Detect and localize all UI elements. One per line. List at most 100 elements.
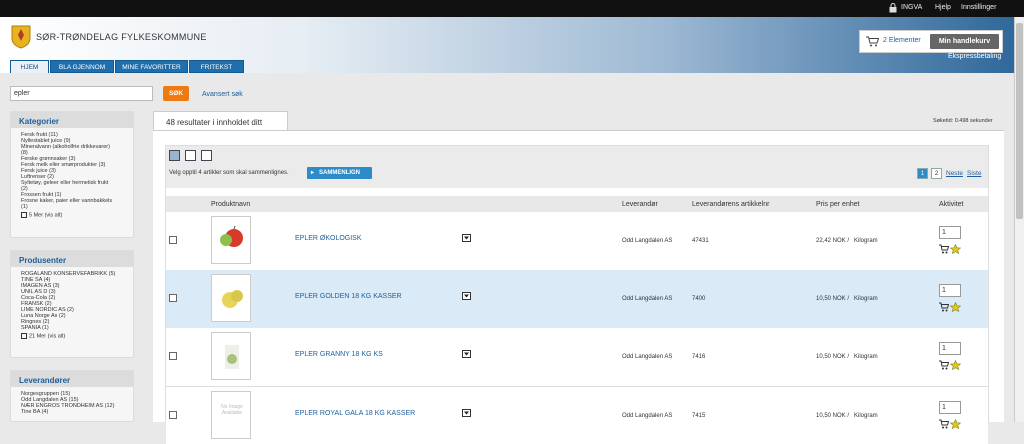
categories-show-more[interactable]: 5 Mer (vis alt) <box>21 212 133 218</box>
page-1[interactable]: 1 <box>917 168 928 179</box>
favorite-star-icon[interactable] <box>950 419 961 429</box>
article-number-cell: 7400 <box>692 296 706 302</box>
supplier-item[interactable]: Tine BA (4) <box>21 409 133 415</box>
user-name[interactable]: INGVA <box>901 4 922 11</box>
org-name: SØR-TRØNDELAG FYLKESKOMMUNE <box>36 32 207 42</box>
product-name-link[interactable]: EPLER ØKOLOGISK <box>295 235 362 242</box>
supplier-cell: Odd Langdalen AS <box>622 296 673 302</box>
last-page-link[interactable]: Siste <box>967 170 981 177</box>
compare-button[interactable]: ▸ SAMMENLIGN <box>307 167 372 179</box>
green-apple-image <box>225 345 239 369</box>
no-image-text: No Image Available <box>221 404 243 416</box>
results-toolbar: Velg opptil 4 artikler som skal sammenli… <box>166 146 988 188</box>
tab-freetext[interactable]: FRITEKST <box>189 60 244 73</box>
price-cell: 10,50 NOK / <box>816 413 850 419</box>
product-image[interactable] <box>211 332 251 380</box>
advanced-search-link[interactable]: Avansert søk <box>202 91 243 98</box>
suppliers-title: Leverandører <box>11 371 133 387</box>
row-actions <box>939 360 963 370</box>
scrollbar-thumb[interactable] <box>1016 23 1023 219</box>
page-2[interactable]: 2 <box>931 168 942 179</box>
county-shield-logo[interactable] <box>11 25 31 49</box>
categories-more-label: 5 Mer (vis alt) <box>29 212 63 219</box>
tab-home[interactable]: HJEM <box>10 60 49 73</box>
my-cart-button[interactable]: Min handlekurv <box>930 34 999 49</box>
producer-item[interactable]: SPANIA (1) <box>21 325 133 331</box>
product-menu-dropdown[interactable] <box>462 350 471 358</box>
article-number-cell: 7415 <box>692 413 706 419</box>
red-apple-image <box>220 225 243 247</box>
row-actions <box>939 302 963 312</box>
product-name-link[interactable]: EPLER GRANNY 18 KG KS <box>295 351 383 358</box>
yellow-apples-image <box>222 290 243 308</box>
product-image[interactable] <box>211 216 251 264</box>
quantity-input[interactable]: 1 <box>939 284 961 297</box>
tab-favorites[interactable]: MINE FAVORITTER <box>115 60 188 73</box>
producers-title: Produsenter <box>11 251 133 267</box>
price-cell: 10,50 NOK / <box>816 296 850 302</box>
unit-cell: Kilogram <box>854 413 878 419</box>
cart-count[interactable]: 2 Elementer <box>883 37 921 44</box>
chevron-down-icon <box>464 411 469 415</box>
list-view-icon[interactable] <box>169 150 180 161</box>
help-link[interactable]: Hjelp <box>935 4 951 11</box>
results-area: Velg opptil 4 artikler som skal sammenli… <box>153 130 1004 444</box>
product-menu-dropdown[interactable] <box>462 409 471 417</box>
product-image[interactable] <box>211 274 251 322</box>
chevron-down-icon <box>464 236 469 240</box>
play-icon: ▸ <box>311 170 315 176</box>
favorite-star-icon[interactable] <box>950 302 961 312</box>
product-image[interactable]: No Image Available <box>211 391 251 439</box>
page-scrollbar[interactable] <box>1014 17 1024 422</box>
search-input[interactable]: epler <box>10 86 153 101</box>
add-to-cart-icon[interactable] <box>939 360 949 370</box>
row-actions <box>939 419 963 429</box>
add-to-cart-icon[interactable] <box>939 302 949 312</box>
compare-button-label: SAMMENLIGN <box>319 170 360 176</box>
top-bar: INGVA Hjelp Innstillinger <box>0 0 1024 17</box>
results-count-tab[interactable]: 48 resultater i innholdet ditt <box>153 111 288 131</box>
grid-view-icon[interactable] <box>201 150 212 161</box>
col-product: Produktnavn <box>211 201 251 208</box>
settings-link[interactable]: Innstillinger <box>961 4 996 11</box>
product-menu-dropdown[interactable] <box>462 292 471 300</box>
cart-icon[interactable] <box>866 36 879 47</box>
supplier-cell: Odd Langdalen AS <box>622 354 673 360</box>
expand-icon <box>21 333 27 339</box>
product-name-link[interactable]: EPLER ROYAL GALA 18 KG KASSER <box>295 410 415 417</box>
lock-icon <box>889 3 897 13</box>
compare-checkbox[interactable] <box>169 236 177 244</box>
compare-checkbox[interactable] <box>169 411 177 419</box>
unit-cell: Kilogram <box>854 354 878 360</box>
chevron-down-icon <box>464 352 469 356</box>
category-item[interactable]: (1) <box>21 204 133 210</box>
product-menu-dropdown[interactable] <box>462 234 471 242</box>
favorite-star-icon[interactable] <box>950 244 961 254</box>
compare-checkbox[interactable] <box>169 352 177 360</box>
compare-checkbox[interactable] <box>169 294 177 302</box>
search-button[interactable]: SØK <box>163 86 189 101</box>
detail-view-icon[interactable] <box>185 150 196 161</box>
col-supplier: Leverandør <box>622 201 658 208</box>
chevron-down-icon <box>464 294 469 298</box>
supplier-cell: Odd Langdalen AS <box>622 238 673 244</box>
next-page-link[interactable]: Neste <box>946 170 963 177</box>
favorite-star-icon[interactable] <box>950 360 961 370</box>
compare-hint: Velg opptil 4 artikler som skal sammenli… <box>169 170 289 176</box>
producers-panel: Produsenter ROGALAND KONSERVEFABRIKK (5)… <box>10 250 134 358</box>
producers-more-label: 21 Mer (vis alt) <box>29 333 66 340</box>
cart-box: 2 Elementer Min handlekurv <box>859 30 1003 53</box>
add-to-cart-icon[interactable] <box>939 244 949 254</box>
table-row: EPLER GRANNY 18 KG KS Odd Langdalen AS 7… <box>166 328 988 386</box>
add-to-cart-icon[interactable] <box>939 419 949 429</box>
product-name-link[interactable]: EPLER GOLDEN 18 KG KASSER <box>295 293 402 300</box>
express-checkout-link[interactable]: Ekspressbetaling <box>948 53 1001 60</box>
quantity-input[interactable]: 1 <box>939 401 961 414</box>
quantity-input[interactable]: 1 <box>939 226 961 239</box>
producers-show-more[interactable]: 21 Mer (vis alt) <box>21 333 133 339</box>
results-grid: Velg opptil 4 artikler som skal sammenli… <box>165 145 989 444</box>
tab-browse[interactable]: BLA GJENNOM <box>50 60 114 73</box>
table-row: No Image Available EPLER ROYAL GALA 18 K… <box>166 386 988 444</box>
quantity-input[interactable]: 1 <box>939 342 961 355</box>
col-article: Leverandørens artikkelnr <box>692 201 770 208</box>
